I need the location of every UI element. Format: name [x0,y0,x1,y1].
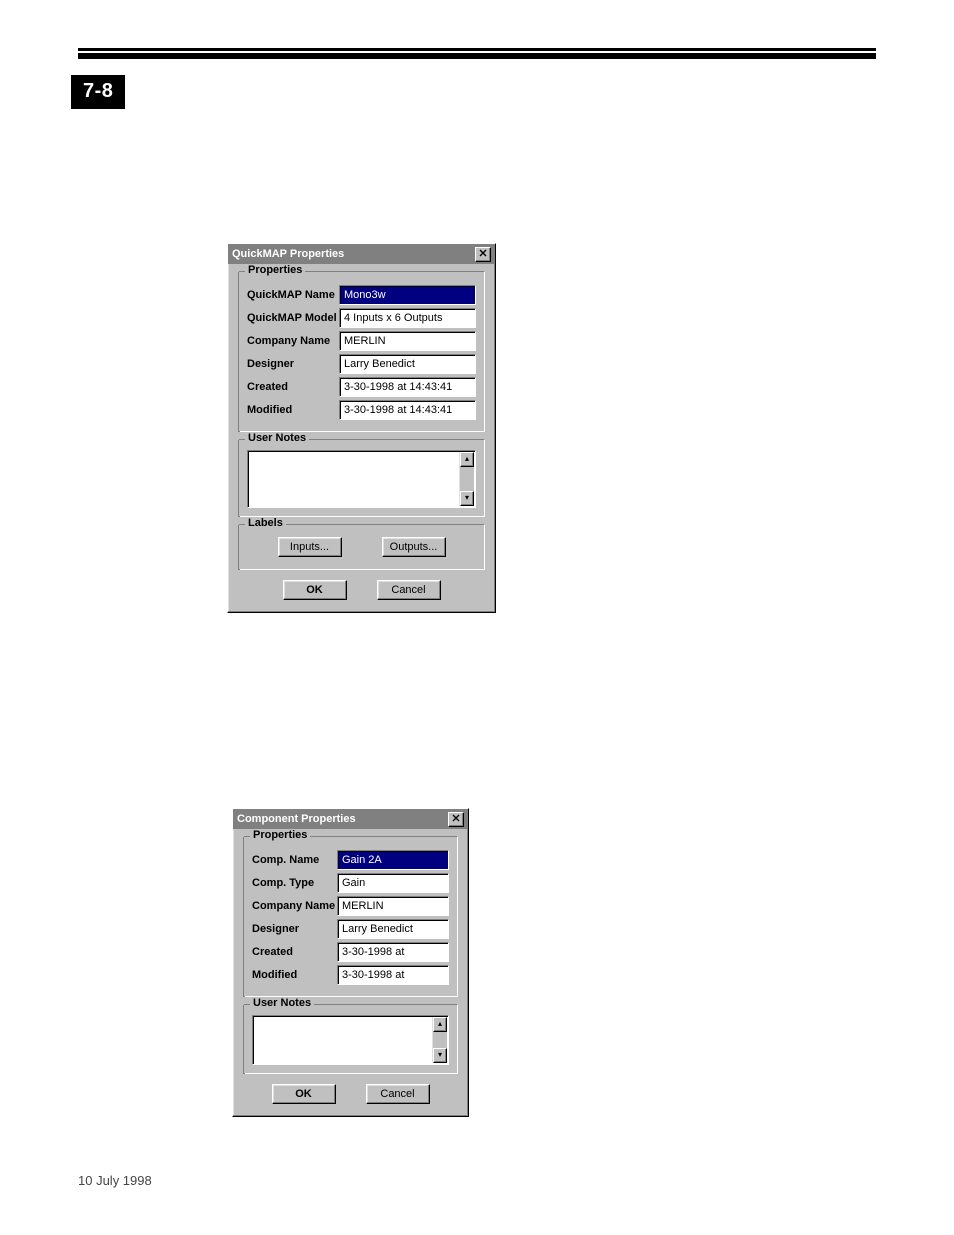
close-button[interactable] [448,812,464,827]
comp-name-label: Comp. Name [252,854,337,866]
company-name-label: Company Name [252,900,337,912]
close-button[interactable] [475,247,491,262]
created-label: Created [252,946,337,958]
created-label: Created [247,381,339,393]
designer-input[interactable]: Larry Benedict [337,919,449,939]
scroll-up-icon[interactable]: ▴ [460,452,474,467]
designer-label: Designer [247,358,339,370]
quickmap-model-input[interactable]: 4 Inputs x 6 Outputs [339,308,476,328]
component-properties-dialog: Component Properties Properties Comp. Na… [232,808,469,1117]
modified-input[interactable]: 3-30-1998 at 14:43:41 [339,400,476,420]
inputs-button[interactable]: Inputs... [278,537,342,557]
cancel-button[interactable]: Cancel [366,1084,430,1104]
user-notes-textarea[interactable]: ▴ ▾ [247,450,476,508]
scroll-down-icon[interactable]: ▾ [433,1048,447,1063]
footer-date: 10 July 1998 [78,1173,152,1188]
company-name-input[interactable]: MERLIN [339,331,476,351]
scroll-up-icon[interactable]: ▴ [433,1017,447,1032]
header-rule-heavy [78,53,876,59]
close-icon [452,814,460,822]
created-input[interactable]: 3-30-1998 at 14:43:41 [337,942,449,962]
company-name-input[interactable]: MERLIN [337,896,449,916]
scrollbar[interactable]: ▴ ▾ [459,452,474,506]
ok-button[interactable]: OK [283,580,347,600]
designer-input[interactable]: Larry Benedict [339,354,476,374]
user-notes-legend: User Notes [250,997,314,1009]
close-icon [479,249,487,257]
modified-label: Modified [252,969,337,981]
modified-label: Modified [247,404,339,416]
company-name-label: Company Name [247,335,339,347]
properties-group: Properties QuickMAP Name Mono3w QuickMAP… [238,272,485,432]
comp-type-label: Comp. Type [252,877,337,889]
quickmap-name-label: QuickMAP Name [247,289,339,301]
user-notes-group: User Notes ▴ ▾ [238,440,485,517]
labels-group: Labels Inputs... Outputs... [238,525,485,570]
cancel-button[interactable]: Cancel [377,580,441,600]
comp-name-input[interactable]: Gain 2A [337,850,449,870]
quickmap-model-label: QuickMAP Model [247,312,339,324]
dialog-titlebar: Component Properties [233,809,468,829]
scroll-down-icon[interactable]: ▾ [460,491,474,506]
created-input[interactable]: 3-30-1998 at 14:43:41 [339,377,476,397]
scrollbar[interactable]: ▴ ▾ [432,1017,447,1063]
dialog-title: QuickMAP Properties [232,248,344,260]
quickmap-name-input[interactable]: Mono3w [339,285,476,305]
page-number-badge: 7-8 [71,75,125,109]
user-notes-textarea[interactable]: ▴ ▾ [252,1015,449,1065]
dialog-title: Component Properties [237,813,356,825]
designer-label: Designer [252,923,337,935]
user-notes-legend: User Notes [245,432,309,444]
labels-legend: Labels [245,517,286,529]
properties-legend: Properties [250,829,310,841]
quickmap-properties-dialog: QuickMAP Properties Properties QuickMAP … [227,243,496,613]
user-notes-group: User Notes ▴ ▾ [243,1005,458,1074]
properties-legend: Properties [245,264,305,276]
header-rule-thick [78,48,876,51]
dialog-titlebar: QuickMAP Properties [228,244,495,264]
outputs-button[interactable]: Outputs... [382,537,446,557]
properties-group: Properties Comp. Name Gain 2A Comp. Type… [243,837,458,997]
ok-button[interactable]: OK [272,1084,336,1104]
modified-input[interactable]: 3-30-1998 at 14:43:41 [337,965,449,985]
comp-type-input[interactable]: Gain [337,873,449,893]
